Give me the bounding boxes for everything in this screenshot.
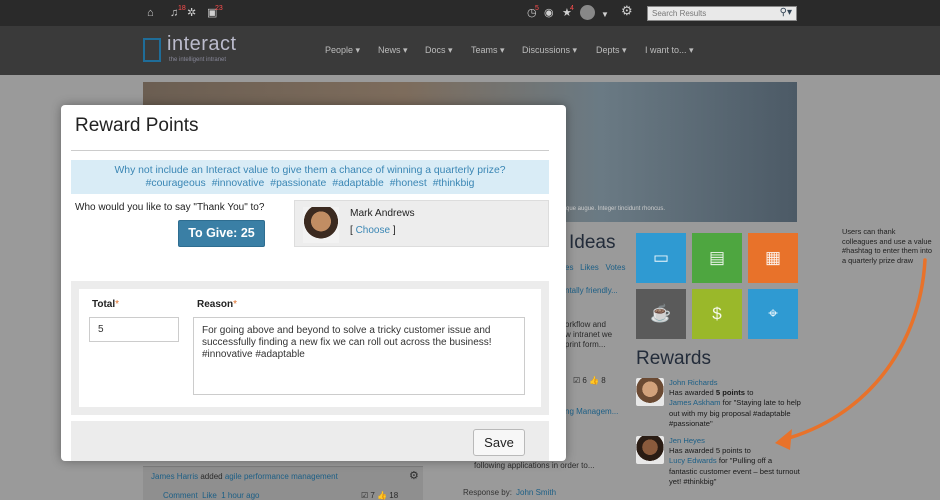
post-line: James Harris added agile performance man… [151,472,338,481]
ideas-title: Ideas [569,232,616,253]
star-icon[interactable]: ★ 4 [562,5,574,20]
feed-text: Has awarded [669,388,714,398]
response-by-label: Response by: [463,488,512,497]
search-icon[interactable]: ⚲▾ [780,8,792,18]
home-icon[interactable]: ⌂ [147,6,154,20]
value-tag: #passionate [270,178,327,189]
ideas-stats: ☑ 6 👍 8 [573,376,606,385]
logo-tagline: the intelligent intranet [169,57,227,63]
interact-logo[interactable]: interact the intelligent intranet [143,33,253,66]
post-link[interactable]: agile performance management [225,472,338,481]
choose-recipient: [ Choose ] [350,225,396,236]
avatar[interactable] [636,436,664,464]
required-mark: * [233,299,238,310]
chat-icon[interactable]: ▣ 23 [207,5,223,20]
form-area: Total* 5 Reason* For going above and bey… [71,281,549,415]
top-bar: ⌂ ♫ 18 ✲ ▣ 23 ◷ 5 ◉ ★ 4 ▼ ⚙ Search Results ⚲▾ [0,0,940,26]
post-actions[interactable]: Comment Like 1 hour ago [163,491,260,500]
total-label-text: Total [92,299,116,310]
post-author[interactable]: James Harris [151,472,198,481]
divider [71,150,549,151]
feed-author[interactable]: Jen Heyes [669,436,705,445]
required-mark: * [115,299,120,310]
eye-icon[interactable]: ◉ [544,6,554,20]
hero-caption: tique augue. Integer tincidunt rhoncus. [563,206,666,212]
value-tag: #courageous [145,178,206,189]
total-input[interactable]: 5 [89,317,179,342]
value-banner: Why not include an Interact value to giv… [71,160,549,194]
nav-news[interactable]: News ▾ [378,45,408,56]
feed-recipient[interactable]: James Askham [669,398,721,407]
choose-link[interactable]: Choose [356,225,390,236]
nav-depts[interactable]: Depts ▾ [596,45,627,56]
feed-text: to [747,388,754,398]
banner-text: Why not include an Interact value to giv… [114,165,506,176]
total-label: Total* [92,299,119,310]
reason-textarea[interactable]: For going above and beyond to solve a tr… [193,317,525,395]
recipient-card: Mark Andrews [ Choose ] [294,200,549,247]
newspaper-icon[interactable]: ▤ [692,233,742,283]
feed-text: Has awarded 5 points to [669,446,751,456]
value-tag: #adaptable [332,178,384,189]
bracket-text: [ [350,225,353,236]
response-name[interactable]: John Smith [516,488,556,497]
folder-icon[interactable]: ▭ [636,233,686,283]
value-tag: #honest [389,178,427,189]
ideas-link-2[interactable]: ng Managem... [565,407,618,416]
nav-i-want-to[interactable]: I want to... ▾ [645,45,694,56]
main-nav: interact the intelligent intranet [0,26,940,75]
ideas-tabs[interactable]: es Likes Votes [565,263,625,272]
nav-discussions[interactable]: Discussions ▾ [522,45,577,56]
form-panel: Total* 5 Reason* For going above and bey… [79,289,541,407]
banner-tags: #courageous #innovative #passionate #adapta… [71,177,549,190]
bracket-text: ] [392,225,396,236]
nav-people[interactable]: People ▾ [325,45,360,56]
save-button[interactable]: Save [473,429,525,456]
page: ⌂ ♫ 18 ✲ ▣ 23 ◷ 5 ◉ ★ 4 ▼ ⚙ Search Results ⚲▾… [0,0,940,500]
rewards-title: Rewards [636,348,711,369]
search-placeholder: Search Results [652,9,707,18]
logo-mark [143,38,161,62]
recipient-avatar [303,207,339,243]
activity-post: James Harris added agile performance man… [143,466,423,500]
to-give-button[interactable]: To Give: 25 [178,220,265,247]
bell-icon[interactable]: ♫ 18 [170,5,186,20]
post-stats: ☑ 7 👍 18 [361,491,399,500]
ideas-link[interactable]: ntally friendly... [565,286,618,295]
feed-recipient[interactable]: Lucy Edwards [669,456,717,465]
feed-author[interactable]: John Richards [669,378,718,387]
reason-label-text: Reason [197,299,234,310]
search-input[interactable]: Search Results ⚲▾ [647,6,797,21]
ideas-text: orkflow and w intranet we print form... [565,320,613,349]
nav-teams[interactable]: Teams ▾ [471,45,505,56]
recipient-question: Who would you like to say "Thank You" to… [75,202,265,213]
gear-icon[interactable]: ⚙ [409,469,419,482]
gear-icon[interactable]: ✲ [187,6,196,20]
notification-badge: 4 [570,5,574,12]
settings-gear-icon[interactable]: ⚙ [621,4,633,18]
notification-badge: 18 [178,5,186,12]
notification-badge: 23 [215,5,223,12]
notification-badge: 5 [535,5,539,12]
modal-footer: Save [71,421,549,461]
user-avatar[interactable] [580,5,595,20]
reason-label: Reason* [197,299,237,310]
money-icon[interactable]: $ [692,289,742,339]
modal-title: Reward Points [75,115,199,136]
clock-icon[interactable]: ◷ 5 [527,5,539,20]
value-tag: #innovative [211,178,265,189]
logo-text: interact [167,33,237,55]
recipient-name: Mark Andrews [350,208,415,219]
chevron-down-icon[interactable]: ▼ [601,8,609,22]
callout-arrow-icon [775,258,927,450]
nav-docs[interactable]: Docs ▾ [425,45,453,56]
coffee-icon[interactable]: ☕ [636,289,686,339]
value-tag: #thinkbig [432,178,475,189]
avatar[interactable] [636,378,664,406]
post-verb: added [200,472,223,481]
feed-points: 5 points [715,388,745,398]
reward-points-modal: Reward Points Why not include an Interac… [61,105,566,461]
